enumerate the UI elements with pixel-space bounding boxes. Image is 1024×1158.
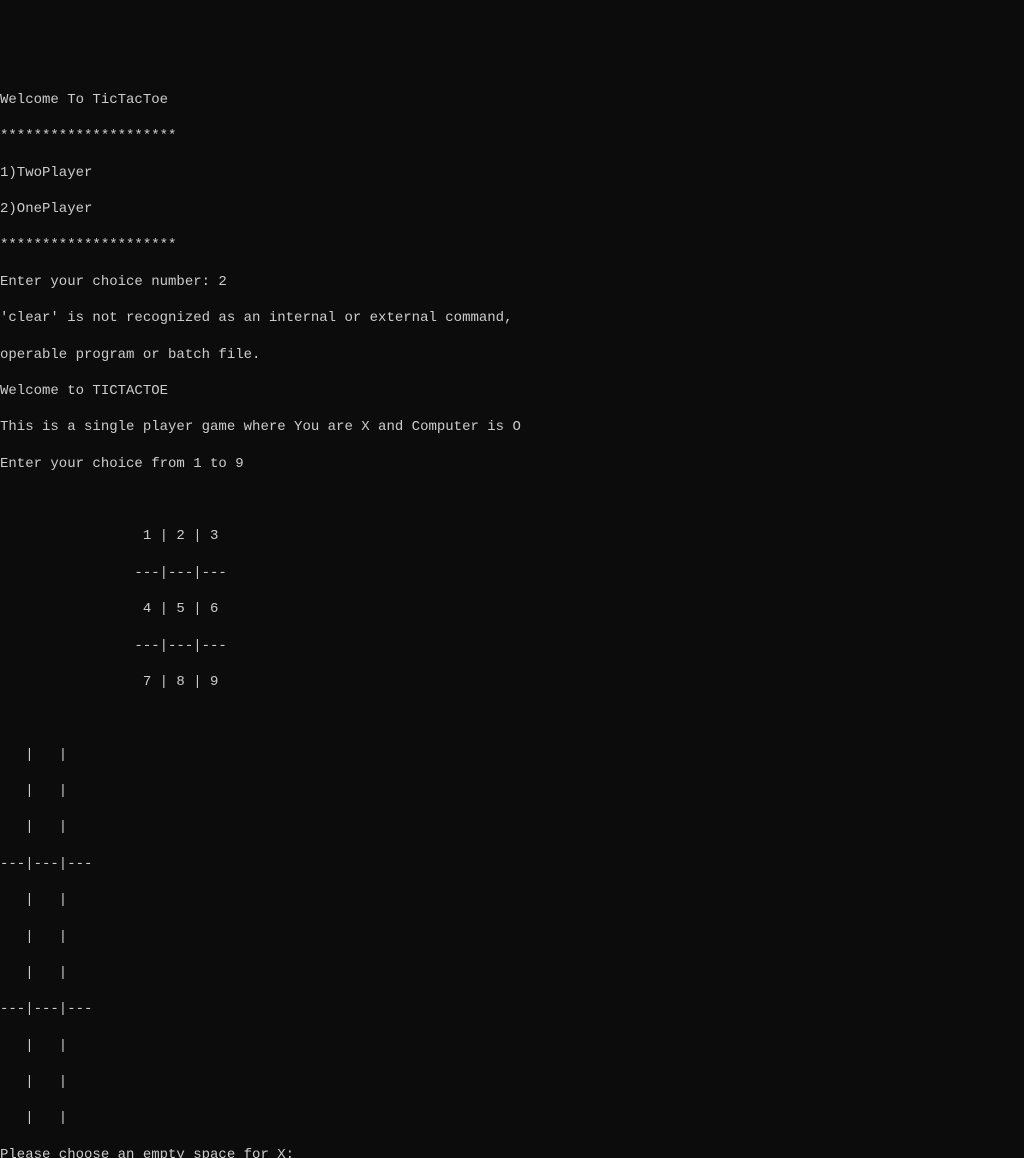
game-board-row: | |	[0, 964, 1024, 982]
reference-board-row-3: 7 | 8 | 9	[0, 673, 1024, 691]
game-board-row: | |	[0, 891, 1024, 909]
game-board-row: | |	[0, 1109, 1024, 1127]
game-board-row: | |	[0, 1037, 1024, 1055]
terminal-output[interactable]: Welcome To TicTacToe *******************…	[0, 73, 1024, 1158]
game-board-row: | |	[0, 782, 1024, 800]
blank-line	[0, 491, 1024, 509]
welcome-title: Welcome To TicTacToe	[0, 91, 1024, 109]
reference-board-row-1: 1 | 2 | 3	[0, 527, 1024, 545]
game-board-row: | |	[0, 818, 1024, 836]
blank-line	[0, 709, 1024, 727]
divider: *********************	[0, 236, 1024, 254]
menu-option-1: 1)TwoPlayer	[0, 164, 1024, 182]
divider: *********************	[0, 127, 1024, 145]
game-board-divider: ---|---|---	[0, 855, 1024, 873]
menu-option-2: 2)OnePlayer	[0, 200, 1024, 218]
reference-board-divider: ---|---|---	[0, 564, 1024, 582]
game-instructions: This is a single player game where You a…	[0, 418, 1024, 436]
reference-board-row-2: 4 | 5 | 6	[0, 600, 1024, 618]
game-board-divider: ---|---|---	[0, 1000, 1024, 1018]
welcome-subtitle: Welcome to TICTACTOE	[0, 382, 1024, 400]
game-board-row: | |	[0, 1073, 1024, 1091]
error-line-2: operable program or batch file.	[0, 346, 1024, 364]
game-board-row: | |	[0, 746, 1024, 764]
input-prompt[interactable]: Please choose an empty space for X:	[0, 1146, 1024, 1158]
game-board-row: | |	[0, 928, 1024, 946]
error-line-1: 'clear' is not recognized as an internal…	[0, 309, 1024, 327]
reference-board-divider: ---|---|---	[0, 637, 1024, 655]
choice-instruction: Enter your choice from 1 to 9	[0, 455, 1024, 473]
choice-prompt: Enter your choice number: 2	[0, 273, 1024, 291]
